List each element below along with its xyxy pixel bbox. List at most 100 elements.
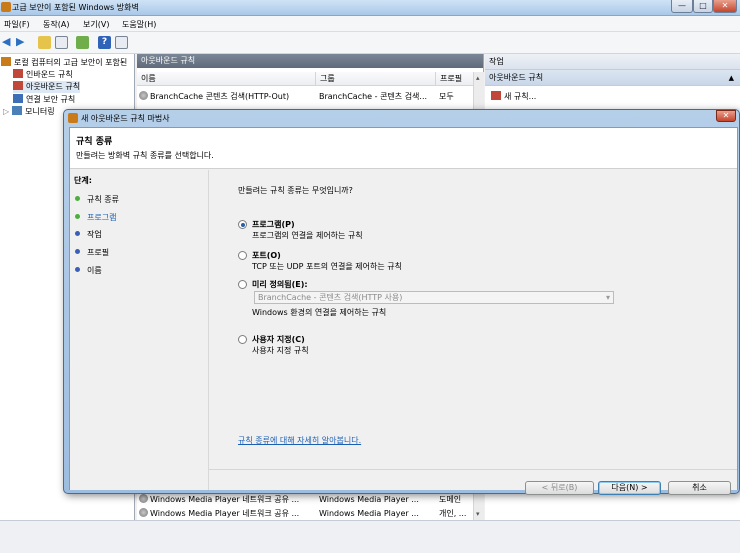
tree-item-connection-security[interactable]: 연결 보안 규칙 [13,94,75,106]
dialog-body: 규칙 종류 만들려는 방화벽 규칙 종류를 선택합니다. 단계: 규칙 종류 프… [69,127,738,495]
connection-security-icon [13,94,23,103]
tree-item-monitoring[interactable]: ▷ 모니터링 [3,106,55,118]
forward-icon[interactable]: ▶ [16,36,29,49]
option-label: 사용자 지정(C) [252,335,305,344]
table-row[interactable]: Windows Media Player 네트워크 공유 ... Windows… [137,493,473,506]
action-new-rule[interactable]: 새 규칙... [491,91,536,103]
step-label: 이름 [87,266,102,275]
button-divider [209,469,737,470]
option-label: 프로그램(P) [252,220,295,229]
close-button[interactable]: ✕ [713,0,737,13]
column-profile[interactable]: 프로필 [435,72,473,86]
table-row[interactable]: Windows Media Player 네트워크 공유 ... Windows… [137,507,473,520]
rule-name: BranchCache 콘텐츠 검색(HTTP-Out) [150,92,290,101]
step-label: 작업 [87,230,102,239]
rule-profile: 모두 [439,92,454,101]
step-label: 프로그램 [87,213,117,222]
collapse-arrow-icon[interactable]: ▲ [729,70,734,86]
minimize-button[interactable]: — [671,0,693,13]
step-current-bullet-icon [75,196,80,201]
tree-item-label: 모니터링 [25,107,55,116]
rule-group: Windows Media Player ... [319,509,419,518]
actions-header: 작업 [485,54,740,70]
back-button[interactable]: < 뒤로(B) [525,481,594,495]
rule-name: Windows Media Player 네트워크 공유 ... [150,495,300,504]
radio-program[interactable] [238,220,247,229]
column-group[interactable]: 그룹 [315,72,435,86]
dialog-titlebar: 새 아웃바운드 규칙 마법사 [68,112,170,126]
next-button[interactable]: 다음(N) > [598,481,661,495]
option-description: 프로그램의 연결을 제어하는 규칙 [252,231,363,240]
predefined-rules-select[interactable]: BranchCache - 콘텐츠 검색(HTTP 사용) ▾ [254,291,614,304]
step-bullet-icon [75,267,80,272]
tree-item-outbound[interactable]: 아웃바운드 규칙 [13,81,81,93]
expand-arrow-icon[interactable]: ▷ [3,107,9,116]
new-outbound-rule-wizard: 새 아웃바운드 규칙 마법사 ✕ 규칙 종류 만들려는 방화벽 규칙 종류를 선… [63,109,740,495]
window-title: 고급 보안이 포함된 Windows 방화벽 [12,3,139,12]
show-hide-console-tree-icon[interactable] [55,36,68,49]
wizard-page-subtitle: 만들려는 방화벽 규칙 종류를 선택합니다. [76,151,214,160]
rules-pane-header: 아웃바운드 규칙 [137,54,483,68]
step-name: 이름 [75,265,102,276]
menu-file[interactable]: 파일(F) [4,19,30,30]
window-titlebar: 고급 보안이 포함된 Windows 방화벽 — □ ✕ [0,0,740,16]
predefined-select-value: BranchCache - 콘텐츠 검색(HTTP 사용) [258,293,403,302]
dialog-close-button[interactable]: ✕ [716,110,736,122]
menu-help[interactable]: 도움말(H) [122,19,156,30]
option-description: Windows 환경의 연결을 제어하는 규칙 [252,308,387,317]
tree-item-label: 인바운드 규칙 [26,70,73,79]
inbound-rules-icon [13,69,23,78]
radio-predefined[interactable] [238,280,247,289]
step-bullet-icon [75,231,80,236]
steps-label: 단계: [74,176,92,185]
tree-item-label: 연결 보안 규칙 [26,95,76,104]
step-action: 작업 [75,229,102,240]
maximize-button[interactable]: □ [693,0,713,13]
rule-group: BranchCache - 콘텐츠 검색... [319,92,428,101]
option-label: 미리 정의됨(E): [252,280,308,289]
wizard-header: 규칙 종류 만들려는 방화벽 규칙 종류를 선택합니다. [70,128,737,169]
tree-item-inbound[interactable]: 인바운드 규칙 [13,69,73,81]
option-label: 포트(O) [252,251,281,260]
step-label: 규칙 종류 [87,195,119,204]
export-list-icon[interactable] [76,36,89,49]
firewall-app-icon [1,2,11,12]
radio-custom[interactable] [238,335,247,344]
show-hide-action-pane-icon[interactable] [115,36,128,49]
back-icon[interactable]: ◀ [2,36,15,49]
action-label: 새 규칙... [504,92,537,101]
rule-types-help-link[interactable]: 규칙 종류에 대해 자세히 알아봅니다. [238,435,361,446]
table-row[interactable]: BranchCache 콘텐츠 검색(HTTP-Out) BranchCache… [137,90,473,103]
step-bullet-icon [75,214,80,219]
option-description: 사용자 지정 규칙 [252,346,309,355]
new-rule-icon [491,91,501,100]
toolbar: ◀ ▶ ? [0,32,740,54]
column-name[interactable]: 이름 [137,72,315,86]
menu-bar: 파일(F) 동작(A) 보기(V) 도움말(H) [0,16,740,32]
tree-root[interactable]: 로컬 컴퓨터의 고급 보안이 포함된 [1,57,127,69]
rule-type-question: 만들려는 규칙 종류는 무엇입니까? [238,186,353,195]
step-program: 프로그램 [75,212,116,223]
rule-profile: 개인, ... [439,509,467,518]
step-profile: 프로필 [75,247,109,258]
step-rule-type: 규칙 종류 [75,194,119,205]
actions-section-outbound[interactable]: 아웃바운드 규칙 ▲ [485,70,740,86]
cancel-button[interactable]: 취소 [668,481,731,495]
tree-root-label: 로컬 컴퓨터의 고급 보안이 포함된 [14,58,128,67]
help-icon[interactable]: ? [98,36,111,49]
menu-action[interactable]: 동작(A) [43,19,69,30]
radio-port[interactable] [238,251,247,260]
rule-disabled-icon [139,508,148,517]
scroll-down-icon[interactable]: ▾ [476,510,480,518]
up-folder-icon[interactable] [38,36,51,49]
status-bar [0,520,740,553]
chevron-down-icon[interactable]: ▾ [606,292,610,303]
menu-view[interactable]: 보기(V) [83,19,109,30]
step-label: 프로필 [87,248,110,257]
scroll-up-icon[interactable]: ▴ [476,74,480,82]
option-description: TCP 또는 UDP 포트의 연결을 제어하는 규칙 [252,262,402,271]
firewall-icon [68,113,78,123]
monitoring-icon [12,106,23,115]
wizard-page-title: 규칙 종류 [76,137,113,147]
wizard-steps: 단계: 규칙 종류 프로그램 작업 프로필 이름 [70,170,208,490]
